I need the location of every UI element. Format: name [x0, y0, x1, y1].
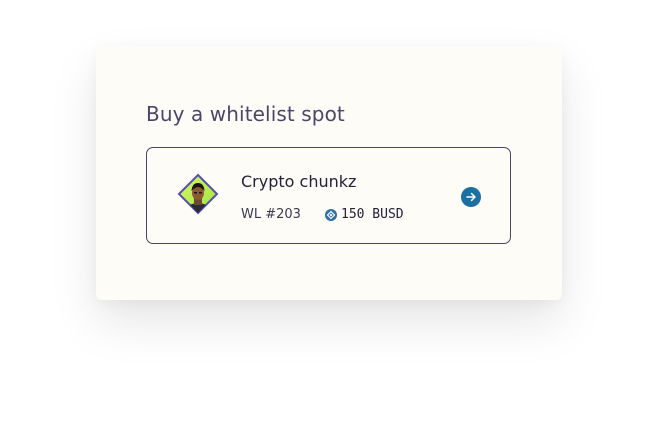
price-tag: 150 BUSD [325, 207, 404, 222]
whitelist-number: WL #203 [241, 207, 301, 222]
arrow-right-icon [466, 192, 476, 202]
busd-coin-icon [325, 208, 337, 221]
panel-title: Buy a whitelist spot [146, 102, 345, 126]
nft-avatar [177, 173, 219, 215]
whitelist-panel: Buy a whitelist spot Crypto chunkz WL #2… [96, 46, 562, 300]
whitelist-listing-card[interactable]: Crypto chunkz WL #203 150 BUSD [146, 147, 511, 244]
proceed-button[interactable] [461, 187, 481, 207]
listing-name: Crypto chunkz [241, 172, 357, 191]
price-value: 150 BUSD [341, 207, 404, 222]
